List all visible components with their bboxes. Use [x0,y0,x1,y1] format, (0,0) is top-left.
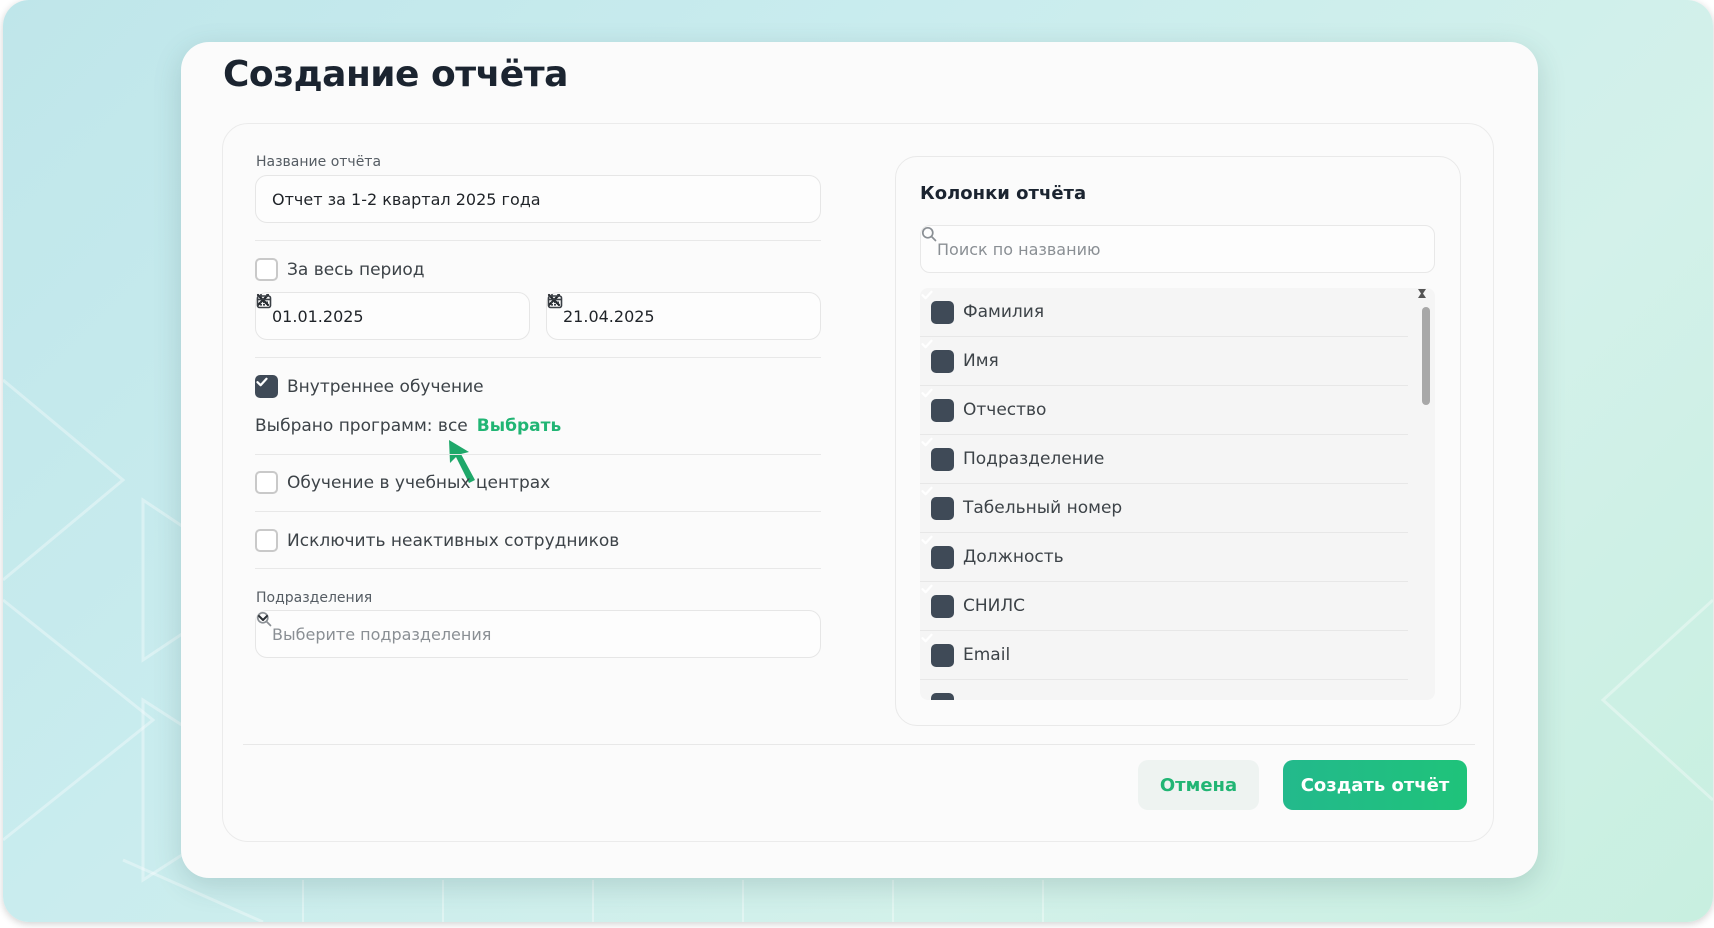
report-name-label: Название отчёта [256,154,382,170]
check-icon [921,486,933,496]
column-checkbox[interactable] [921,584,954,618]
column-label: Имя [963,351,999,371]
calendar-icon[interactable] [256,294,513,326]
column-checkbox[interactable] [921,633,954,667]
date-to-field[interactable]: 21.04.2025 [546,292,821,340]
clear-icon[interactable] [256,293,485,326]
list-item[interactable]: Отчество [920,386,1408,435]
column-checkbox[interactable] [921,486,954,520]
list-item[interactable]: Должность [920,533,1408,582]
column-checkbox[interactable] [921,437,954,471]
check-icon [256,377,268,387]
report-name-value: Отчет за 1-2 квартал 2025 года [272,189,541,209]
date-from-field[interactable]: 01.01.2025 [255,292,530,340]
column-checkbox[interactable] [931,693,954,700]
column-checkbox[interactable] [921,388,954,422]
columns-title: Колонки отчёта [920,183,1087,204]
training-centers-checkbox[interactable] [255,471,278,494]
dialog-title: Создание отчёта [223,54,568,95]
internal-training-label: Внутреннее обучение [287,376,484,397]
column-label: Должность [963,547,1064,567]
departments-label: Подразделения [256,590,373,606]
create-report-dialog: Создание отчёта Название отчёта Отчет за… [181,42,1538,878]
list-item[interactable]: Подразделение [920,435,1408,484]
check-icon [921,535,933,545]
columns-search-input[interactable]: Поиск по названию [920,225,1435,273]
cancel-button[interactable]: Отмена [1138,760,1259,810]
list-item[interactable]: СНИЛС [920,582,1408,631]
list-item[interactable]: Табельный номер [920,484,1408,533]
whole-period-label: За весь период [287,259,425,280]
date-to-value: 21.04.2025 [563,306,655,326]
scrollbar[interactable] [1417,288,1435,700]
column-checkbox[interactable] [921,535,954,569]
columns-search-placeholder: Поиск по названию [937,239,1101,259]
departments-select[interactable]: Выберите подразделения [255,610,821,658]
scroll-thumb[interactable] [1422,307,1430,405]
divider [255,240,821,241]
internal-training-option[interactable]: Внутреннее обучение [255,375,484,398]
clear-icon[interactable] [547,293,776,326]
chevron-down-icon[interactable] [256,611,270,625]
internal-training-checkbox[interactable] [255,375,278,398]
check-icon [921,290,933,300]
column-label: Фамилия [963,302,1045,322]
check-icon [921,633,933,643]
exclude-inactive-checkbox[interactable] [255,529,278,552]
check-icon [921,339,933,349]
check-icon [921,388,933,398]
list-item-partial[interactable] [920,680,1408,700]
column-checkbox[interactable] [921,290,954,324]
check-icon [921,584,933,594]
columns-list[interactable]: Фамилия Имя Отчество Подразделение Табел… [920,288,1435,700]
select-programs-link[interactable]: Выбрать [477,416,561,436]
column-label: Подразделение [963,449,1105,469]
divider [255,454,821,455]
list-item[interactable]: Фамилия [920,288,1408,337]
column-label: Табельный номер [963,498,1123,518]
report-columns-panel: Колонки отчёта Поиск по названию Фамилия… [895,156,1461,726]
date-from-value: 01.01.2025 [272,306,364,326]
form-card: Название отчёта Отчет за 1-2 квартал 202… [222,123,1494,842]
exclude-inactive-label: Исключить неактивных сотрудников [287,530,620,551]
list-item[interactable]: Имя [920,337,1408,386]
divider [255,357,821,358]
create-report-button[interactable]: Создать отчёт [1283,760,1467,810]
scroll-down-icon[interactable] [1417,288,1427,296]
training-centers-option[interactable]: Обучение в учебных центрах [255,471,550,494]
check-icon [921,437,933,447]
column-label: Email [963,645,1011,665]
training-centers-label: Обучение в учебных центрах [287,472,551,493]
calendar-icon[interactable] [547,294,804,326]
programs-selected-text: Выбрано программ: все [255,416,468,436]
footer-divider [243,744,1475,745]
exclude-inactive-option[interactable]: Исключить неактивных сотрудников [255,529,619,552]
column-label: СНИЛС [963,596,1026,616]
column-checkbox[interactable] [921,339,954,373]
column-label: Отчество [963,400,1047,420]
programs-selected-row: Выбрано программ: все Выбрать [255,416,561,436]
whole-period-checkbox[interactable] [255,258,278,281]
list-item[interactable]: Email [920,631,1408,680]
departments-placeholder: Выберите подразделения [272,624,492,644]
whole-period-option[interactable]: За весь период [255,258,425,281]
divider [255,568,821,569]
search-icon [921,226,937,242]
divider [255,511,821,512]
background: Создание отчёта Название отчёта Отчет за… [3,0,1713,922]
report-name-input[interactable]: Отчет за 1-2 квартал 2025 года [255,175,821,223]
